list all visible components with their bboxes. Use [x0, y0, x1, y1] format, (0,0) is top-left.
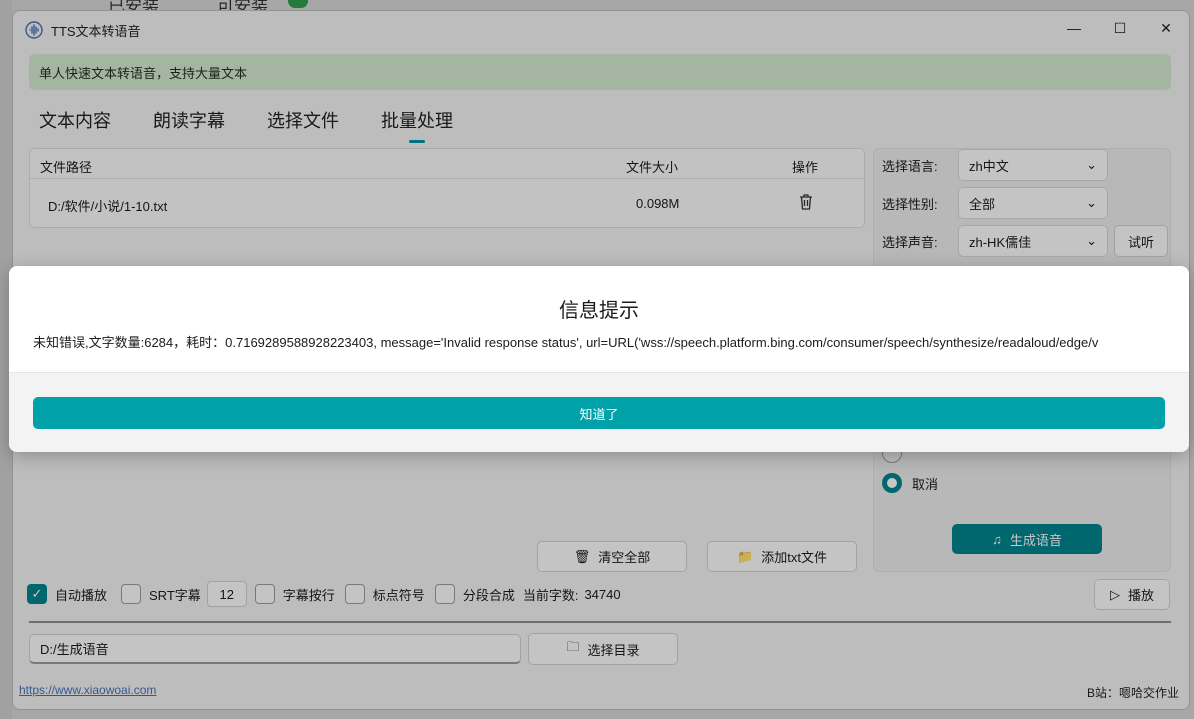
dialog-title: 信息提示 [559, 300, 639, 322]
info-dialog: 信息提示 未知错误,文字数量:6284，耗时：0.716928958892822… [9, 266, 1189, 452]
ok-button[interactable]: 知道了 [33, 397, 1165, 429]
dialog-footer: 知道了 [9, 372, 1189, 452]
dialog-message: 未知错误,文字数量:6284，耗时：0.7169289588928223403,… [33, 335, 1099, 350]
